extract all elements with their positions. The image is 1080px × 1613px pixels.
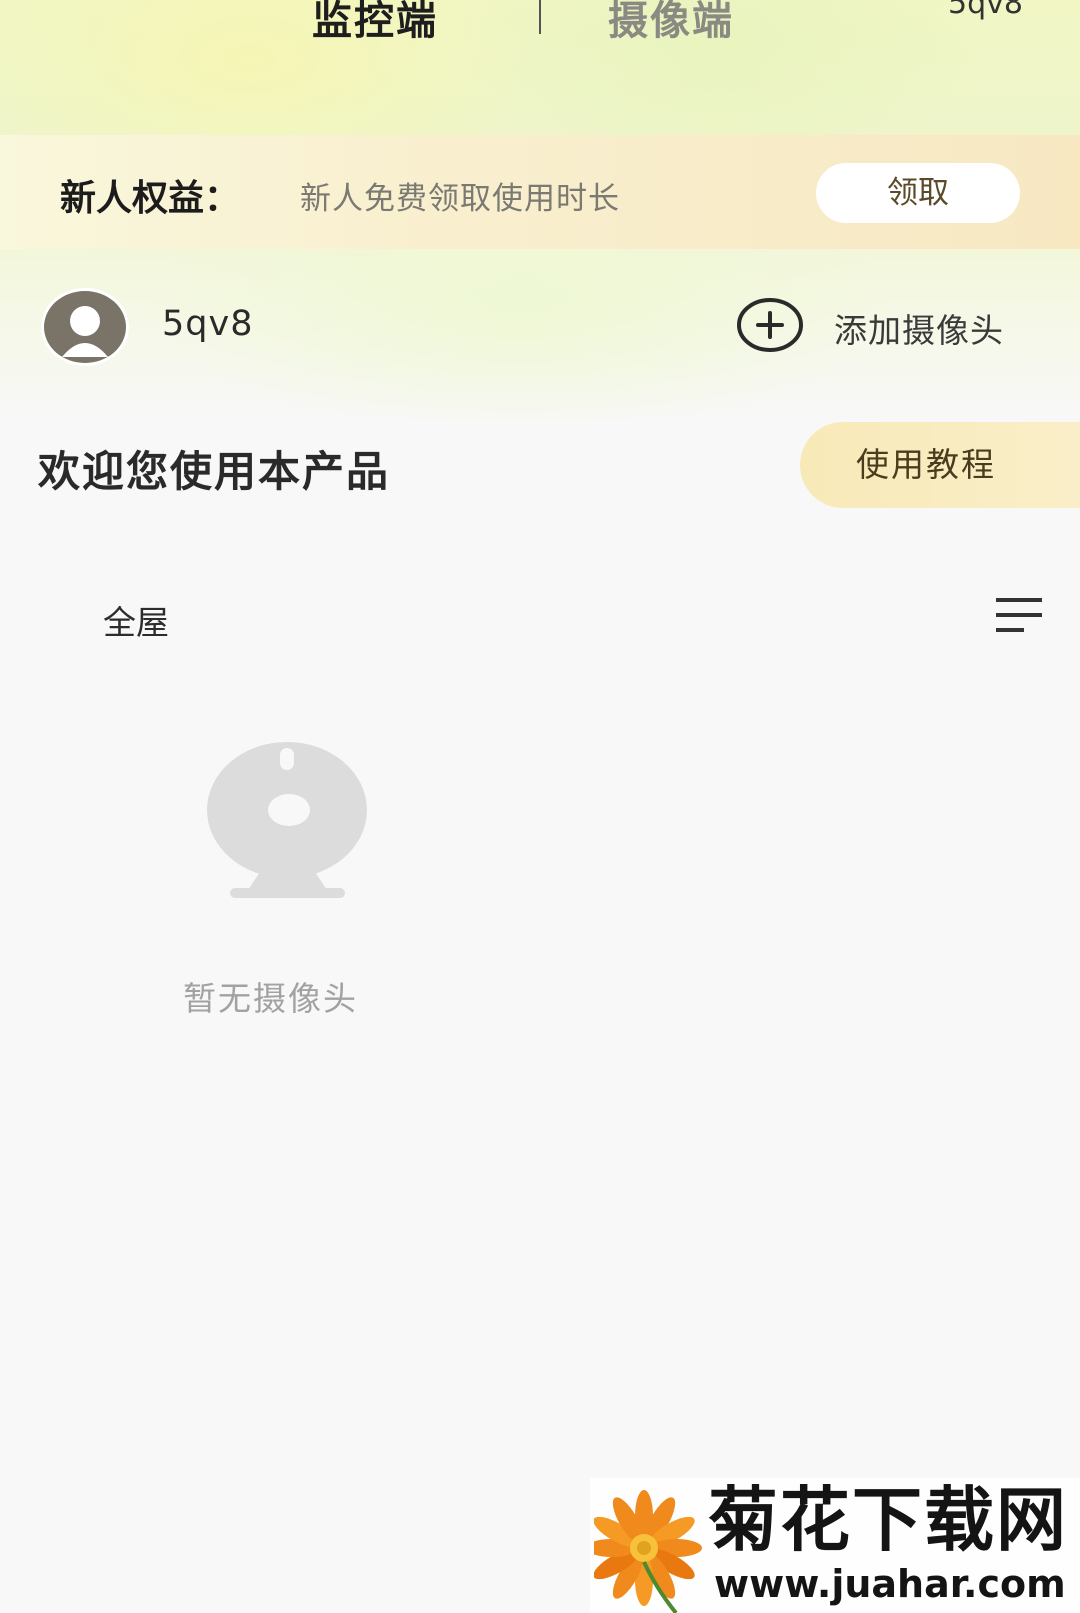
account-id: 5qv8 [948,0,1023,21]
watermark-url: www.juahar.com [714,1562,1066,1606]
benefit-title: 新人权益： [60,178,241,219]
plus-circle-icon [737,298,803,352]
add-camera-button[interactable]: 添加摄像头 [736,296,1046,356]
watermark-title: 菊花下载网 [708,1479,1068,1561]
tab-camera[interactable]: 摄像端 [608,0,734,46]
room-filter[interactable]: 全屋 [103,596,169,644]
camera-placeholder-icon [207,742,367,898]
welcome-title: 欢迎您使用本产品 [38,447,391,496]
username: 5qv8 [162,304,254,344]
default-avatar-icon [41,288,129,366]
add-camera-label: 添加摄像头 [834,311,1004,350]
tutorial-button[interactable]: 使用教程 [800,422,1080,508]
mode-tabs: 监控端 摄像端 5qv8 [0,0,1080,60]
user-avatar[interactable] [40,287,130,367]
claim-button[interactable]: 领取 [816,163,1020,223]
flower-logo-icon [594,1490,702,1613]
tab-divider [539,0,541,34]
site-watermark: 菊花下载网 www.juahar.com [590,1478,1080,1613]
new-user-benefit-banner: 新人权益： 新人免费领取使用时长 领取 [0,135,1080,249]
tab-monitor[interactable]: 监控端 [312,0,438,46]
empty-state-text: 暂无摄像头 [183,979,358,1018]
benefit-description: 新人免费领取使用时长 [300,181,620,217]
menu-lines-icon[interactable] [994,596,1044,634]
